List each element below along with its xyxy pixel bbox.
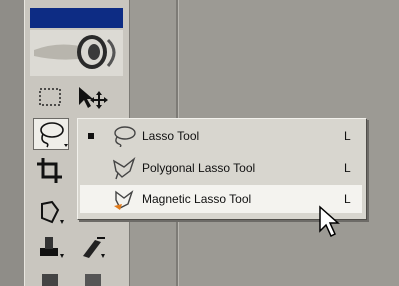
magnetic-lasso-icon xyxy=(110,188,138,215)
menu-item-label: Magnetic Lasso Tool xyxy=(142,192,252,206)
history-brush-icon[interactable] xyxy=(77,232,109,262)
menu-item-label: Lasso Tool xyxy=(142,129,200,143)
menu-item-lasso-tool[interactable]: Lasso Tool L xyxy=(80,122,362,150)
toolbox-titlebar[interactable] xyxy=(30,8,123,28)
marquee-icon[interactable] xyxy=(34,83,66,113)
menu-item-polygonal-lasso-tool[interactable]: Polygonal Lasso Tool L xyxy=(80,154,362,182)
move-icon[interactable] xyxy=(75,83,108,113)
lasso-icon xyxy=(110,125,138,150)
gradient-icon[interactable] xyxy=(77,270,109,286)
workspace-edge xyxy=(0,0,24,286)
mouse-pointer-icon xyxy=(318,205,342,246)
stamp-icon[interactable] xyxy=(34,232,66,262)
menu-item-shortcut: L xyxy=(344,192,351,206)
patch-icon[interactable] xyxy=(34,198,66,228)
selected-indicator xyxy=(88,133,94,139)
menu-item-shortcut: L xyxy=(344,161,351,175)
eraser-icon[interactable] xyxy=(34,270,66,286)
crop-icon[interactable] xyxy=(34,155,66,185)
lasso-icon[interactable] xyxy=(33,118,69,150)
app-logo[interactable] xyxy=(30,30,123,76)
menu-item-label: Polygonal Lasso Tool xyxy=(142,161,256,175)
menu-item-shortcut: L xyxy=(344,129,351,143)
polygonal-lasso-icon xyxy=(110,156,138,184)
